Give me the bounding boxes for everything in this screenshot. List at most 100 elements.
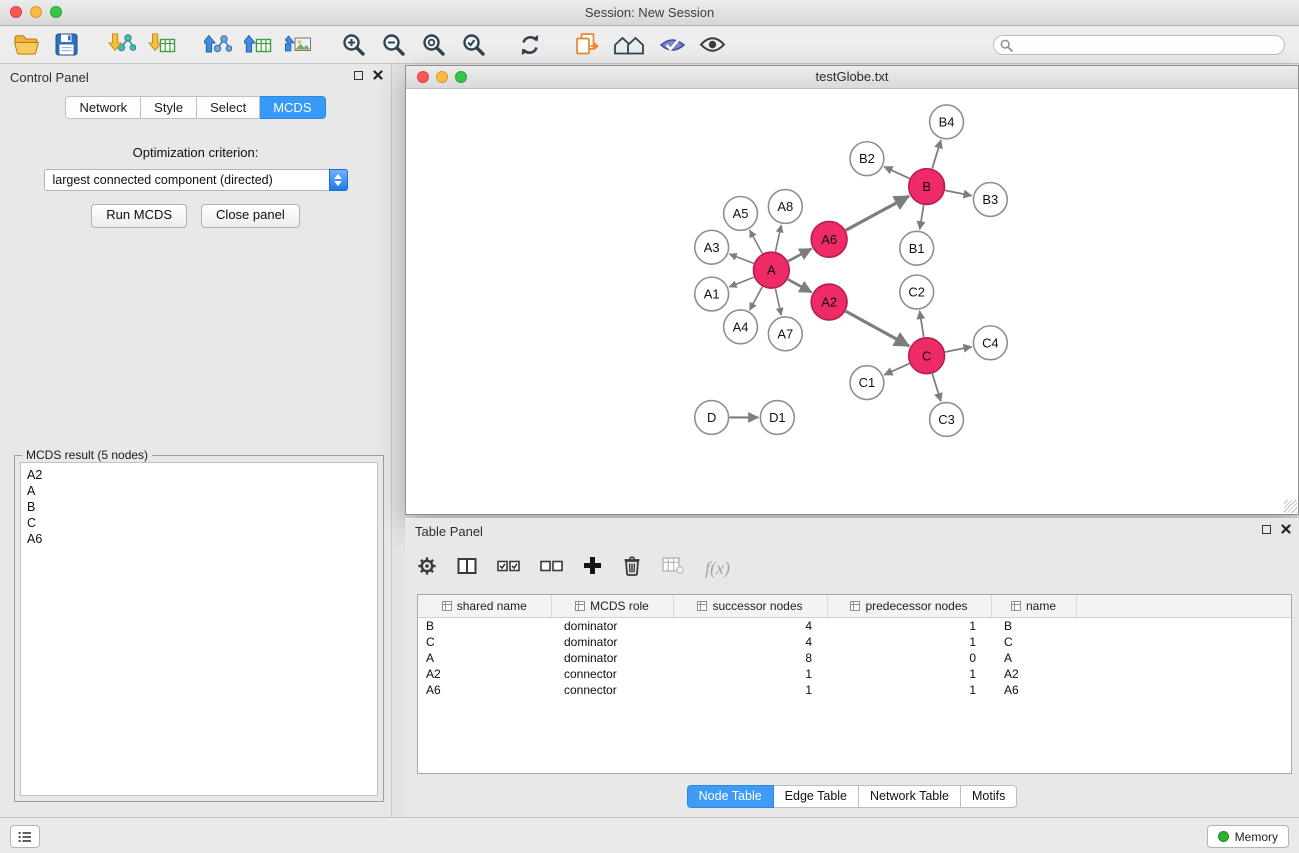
column-header-shared-name[interactable]: shared name xyxy=(418,595,551,618)
close-table-panel-icon[interactable] xyxy=(1281,524,1291,534)
node-label-B4: B4 xyxy=(939,114,955,129)
table-settings-button[interactable] xyxy=(417,556,437,581)
mcds-result-list[interactable]: A2ABCA6 xyxy=(20,462,378,796)
home-button[interactable] xyxy=(610,29,648,61)
tab-node-table[interactable]: Node Table xyxy=(687,785,774,808)
network-canvas-svg[interactable]: B4B2BB3A5A8A6B1A3AC2A1A2A4A7C4CC1C3DD1 xyxy=(406,89,1298,514)
edge-B-B1[interactable] xyxy=(920,205,924,229)
export-network-button[interactable] xyxy=(202,29,234,61)
minimize-window-button[interactable] xyxy=(30,6,42,18)
export-table-button[interactable] xyxy=(242,29,274,61)
open-session-button[interactable] xyxy=(10,29,42,61)
tab-mcds[interactable]: MCDS xyxy=(260,96,325,119)
search-input[interactable] xyxy=(993,35,1285,55)
eye-icon xyxy=(699,35,726,54)
search-field-wrap xyxy=(993,35,1285,55)
edge-C-C2[interactable] xyxy=(920,311,924,337)
edge-C-C3[interactable] xyxy=(932,374,941,402)
edge-A-A6[interactable] xyxy=(788,249,811,262)
create-column-button[interactable] xyxy=(583,556,602,580)
import-table-button[interactable] xyxy=(146,29,178,61)
delete-column-button[interactable] xyxy=(622,555,642,581)
column-header-mcds-role[interactable]: MCDS role xyxy=(551,595,673,618)
tab-style[interactable]: Style xyxy=(141,96,197,119)
zoom-fit-button[interactable] xyxy=(418,29,450,61)
mcds-result-item[interactable]: C xyxy=(27,515,371,531)
column-header-name[interactable]: name xyxy=(991,595,1076,618)
zoom-in-button[interactable] xyxy=(338,29,370,61)
edge-A-A8[interactable] xyxy=(775,225,781,252)
network-minimize-button[interactable] xyxy=(436,71,448,83)
tab-network[interactable]: Network xyxy=(65,96,141,119)
function-builder-button[interactable]: f(x) xyxy=(705,558,730,579)
edge-A-A3[interactable] xyxy=(729,254,753,263)
columns-icon xyxy=(457,557,477,575)
edge-A6-B[interactable] xyxy=(846,196,909,230)
mcds-result-item[interactable]: A2 xyxy=(27,467,371,483)
edge-C-C4[interactable] xyxy=(945,347,972,352)
close-panel-button[interactable]: Close panel xyxy=(201,204,300,228)
edge-A-A5[interactable] xyxy=(750,230,763,253)
table-row[interactable]: A2connector11A2 xyxy=(418,666,1291,682)
edge-A-A2[interactable] xyxy=(788,279,812,292)
table-cell: connector xyxy=(551,682,673,698)
node-label-A4: A4 xyxy=(733,319,749,334)
tab-network-table[interactable]: Network Table xyxy=(859,785,961,808)
import-network-button[interactable] xyxy=(106,29,138,61)
show-panels-button[interactable] xyxy=(10,825,40,848)
table-cell: A2 xyxy=(418,666,551,682)
float-table-panel-icon[interactable] xyxy=(1262,525,1271,534)
resize-grip[interactable] xyxy=(1284,500,1297,513)
zoom-selected-button[interactable] xyxy=(458,29,490,61)
float-panel-icon[interactable] xyxy=(354,71,363,80)
optimization-criterion-select[interactable]: largest connected component (directed) xyxy=(44,169,348,191)
memory-button[interactable]: Memory xyxy=(1207,825,1289,848)
table-row[interactable]: Cdominator41C xyxy=(418,634,1291,650)
edge-C-C1[interactable] xyxy=(884,364,909,375)
deselect-all-button[interactable] xyxy=(540,558,563,579)
mcds-result-item[interactable]: A6 xyxy=(27,531,371,547)
close-panel-icon[interactable] xyxy=(373,70,383,80)
zoom-window-button[interactable] xyxy=(50,6,62,18)
table-cell: dominator xyxy=(551,650,673,666)
tab-select[interactable]: Select xyxy=(197,96,260,119)
network-window-titlebar[interactable]: testGlobe.txt xyxy=(406,66,1298,89)
show-columns-button[interactable] xyxy=(457,557,477,580)
run-mcds-button[interactable]: Run MCDS xyxy=(91,204,187,228)
main-toolbar xyxy=(0,26,1299,64)
network-canvas[interactable]: B4B2BB3A5A8A6B1A3AC2A1A2A4A7C4CC1C3DD1 xyxy=(406,89,1298,514)
network-close-button[interactable] xyxy=(417,71,429,83)
network-zoom-button[interactable] xyxy=(455,71,467,83)
optimization-criterion-label: Optimization criterion: xyxy=(0,145,391,160)
tab-motifs[interactable]: Motifs xyxy=(961,785,1017,808)
table-cell xyxy=(1076,682,1291,698)
table-cell: 1 xyxy=(827,634,991,650)
table-row[interactable]: A6connector11A6 xyxy=(418,682,1291,698)
save-session-button[interactable] xyxy=(50,29,82,61)
edge-A-A7[interactable] xyxy=(775,289,781,316)
column-header-predecessor-nodes[interactable]: predecessor nodes xyxy=(827,595,991,618)
edge-B-B4[interactable] xyxy=(932,140,941,168)
select-all-button[interactable] xyxy=(497,558,520,579)
zoom-out-button[interactable] xyxy=(378,29,410,61)
refresh-button[interactable] xyxy=(514,29,546,61)
table-panel-title: Table Panel xyxy=(415,524,483,539)
mcds-result-item[interactable]: B xyxy=(27,499,371,515)
apply-style-button[interactable] xyxy=(656,29,688,61)
table-row[interactable]: Bdominator41B xyxy=(418,618,1291,635)
edge-A2-C[interactable] xyxy=(846,311,910,346)
edge-A-A4[interactable] xyxy=(750,287,763,310)
tab-edge-table[interactable]: Edge Table xyxy=(774,785,859,808)
node-label-A: A xyxy=(767,263,776,278)
edge-B-B3[interactable] xyxy=(945,190,972,195)
column-header-successor-nodes[interactable]: successor nodes xyxy=(673,595,827,618)
mcds-result-item[interactable]: A xyxy=(27,483,371,499)
close-window-button[interactable] xyxy=(10,6,22,18)
edge-A-A1[interactable] xyxy=(729,277,754,287)
table-row[interactable]: Adominator80A xyxy=(418,650,1291,666)
open-in-browser-button[interactable] xyxy=(570,29,602,61)
delete-table-button[interactable] xyxy=(662,557,685,580)
show-details-button[interactable] xyxy=(696,29,728,61)
export-image-button[interactable] xyxy=(282,29,314,61)
edge-B-B2[interactable] xyxy=(884,167,909,179)
